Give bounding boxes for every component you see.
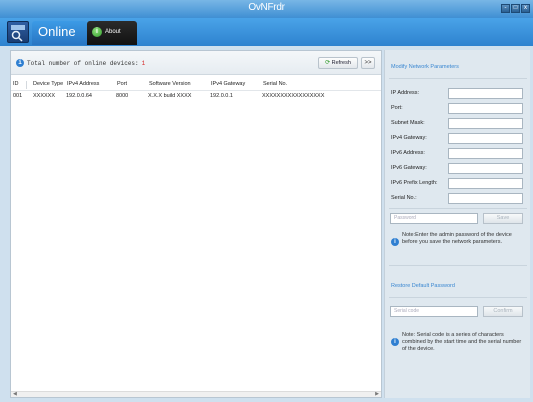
tab-online[interactable]: Online <box>32 21 87 45</box>
table-row[interactable]: 001 XXXXXX 192.0.0.64 8000 X.X.X build X… <box>11 91 381 101</box>
save-note-text: Note:Enter the admin password of the dev… <box>402 232 512 245</box>
column-header-ipv4-gateway[interactable]: IPv4 Gateway <box>211 79 263 90</box>
ipv6-prefix-length-label: IPv6 Prefix Length: <box>391 180 438 186</box>
ip-address-field[interactable] <box>448 88 523 99</box>
column-header-ipv4-address[interactable]: IPv4 Address <box>67 79 117 90</box>
ipv6-prefix-length-field[interactable] <box>448 178 523 189</box>
column-header-device-type[interactable]: Device Type <box>27 79 67 90</box>
column-header-software-version[interactable]: Software Version <box>149 79 211 90</box>
cell-ipv4-address: 192.0.0.64 <box>66 93 92 99</box>
column-header-id[interactable]: ID <box>11 79 26 90</box>
port-label: Port: <box>391 105 403 111</box>
cell-software-version: X.X.X build XXXX <box>148 93 192 99</box>
save-note: i Note:Enter the admin password of the d… <box>391 232 527 246</box>
tab-about[interactable]: i About <box>87 21 137 45</box>
ip-address-label: IP Address: <box>391 90 420 96</box>
scroll-left-icon[interactable]: ◀ <box>13 391 17 397</box>
collapse-panel-button[interactable]: >> <box>361 57 375 69</box>
refresh-icon: ⟳ <box>325 60 331 66</box>
cell-port: 8000 <box>116 93 129 99</box>
save-button[interactable]: Save <box>483 213 523 224</box>
divider <box>389 297 527 298</box>
ipv4-gateway-field[interactable] <box>448 133 523 144</box>
modify-network-title: Modify Network Parameters <box>391 64 459 70</box>
divider <box>389 208 527 209</box>
device-list-toolbar: i Total number of online devices: 1 ⟳ Re… <box>11 51 381 75</box>
cell-ipv4-gateway: 192.0.0.1 <box>210 93 233 99</box>
network-parameters-panel: Modify Network Parameters IP Address: Po… <box>384 50 530 398</box>
ipv6-address-label: IPv6 Address: <box>391 150 425 156</box>
column-header-port[interactable]: Port <box>117 79 149 90</box>
horizontal-scrollbar[interactable]: ◀ ▶ <box>11 391 381 397</box>
tab-about-label: About <box>105 29 121 35</box>
port-field[interactable] <box>448 103 523 114</box>
info-icon: i <box>391 238 399 246</box>
ipv6-gateway-field[interactable] <box>448 163 523 174</box>
close-button[interactable]: x <box>521 4 530 13</box>
scroll-right-icon[interactable]: ▶ <box>375 391 379 397</box>
maximize-button[interactable]: □ <box>511 4 520 13</box>
refresh-button[interactable]: ⟳ Refresh <box>318 57 358 69</box>
column-header-serial-no[interactable]: Serial No. <box>263 79 378 90</box>
confirm-button[interactable]: Confirm <box>483 306 523 317</box>
table-header: ID Device Type IPv4 Address Port Softwar… <box>11 79 381 91</box>
cell-serial-no: XXXXXXXXXXXXXXXXX <box>262 93 325 99</box>
serial-note-text: Note: Serial code is a series of charact… <box>402 332 522 352</box>
total-count: 1 <box>141 59 146 67</box>
cell-id: 001 <box>13 93 23 99</box>
serial-no-field[interactable] <box>448 193 523 204</box>
serial-note: i Note: Serial code is a series of chara… <box>391 332 527 353</box>
ipv6-gateway-label: IPv6 Gateway: <box>391 165 427 171</box>
info-icon: i <box>391 338 399 346</box>
info-icon: i <box>16 59 24 67</box>
password-input[interactable]: Password <box>390 213 478 224</box>
ipv6-address-field[interactable] <box>448 148 523 159</box>
total-label: Total number of online devices: <box>27 59 139 67</box>
subnet-mask-label: Subnet Mask: <box>391 120 425 126</box>
window-controls: - □ x <box>501 4 530 13</box>
device-list-panel: i Total number of online devices: 1 ⟳ Re… <box>10 50 382 398</box>
ipv4-gateway-label: IPv4 Gateway: <box>391 135 427 141</box>
divider <box>389 265 527 266</box>
about-info-icon: i <box>92 27 102 37</box>
refresh-label: Refresh <box>331 60 351 66</box>
app-header: Online i About <box>0 18 533 46</box>
window-title: OvNFrdr <box>248 2 285 13</box>
minimize-button[interactable]: - <box>501 4 510 13</box>
app-logo-icon <box>7 21 29 43</box>
serial-code-input[interactable]: Serial code <box>390 306 478 317</box>
online-device-count: i Total number of online devices: 1 <box>16 59 145 67</box>
subnet-mask-field[interactable] <box>448 118 523 129</box>
device-table: ID Device Type IPv4 Address Port Softwar… <box>11 79 381 101</box>
serial-no-label: Serial No.: <box>391 195 417 201</box>
cell-device-type: XXXXXX <box>33 93 56 99</box>
title-bar: OvNFrdr - □ x <box>0 0 533 18</box>
restore-default-password-title: Restore Default Password <box>391 283 455 289</box>
divider <box>389 78 527 79</box>
